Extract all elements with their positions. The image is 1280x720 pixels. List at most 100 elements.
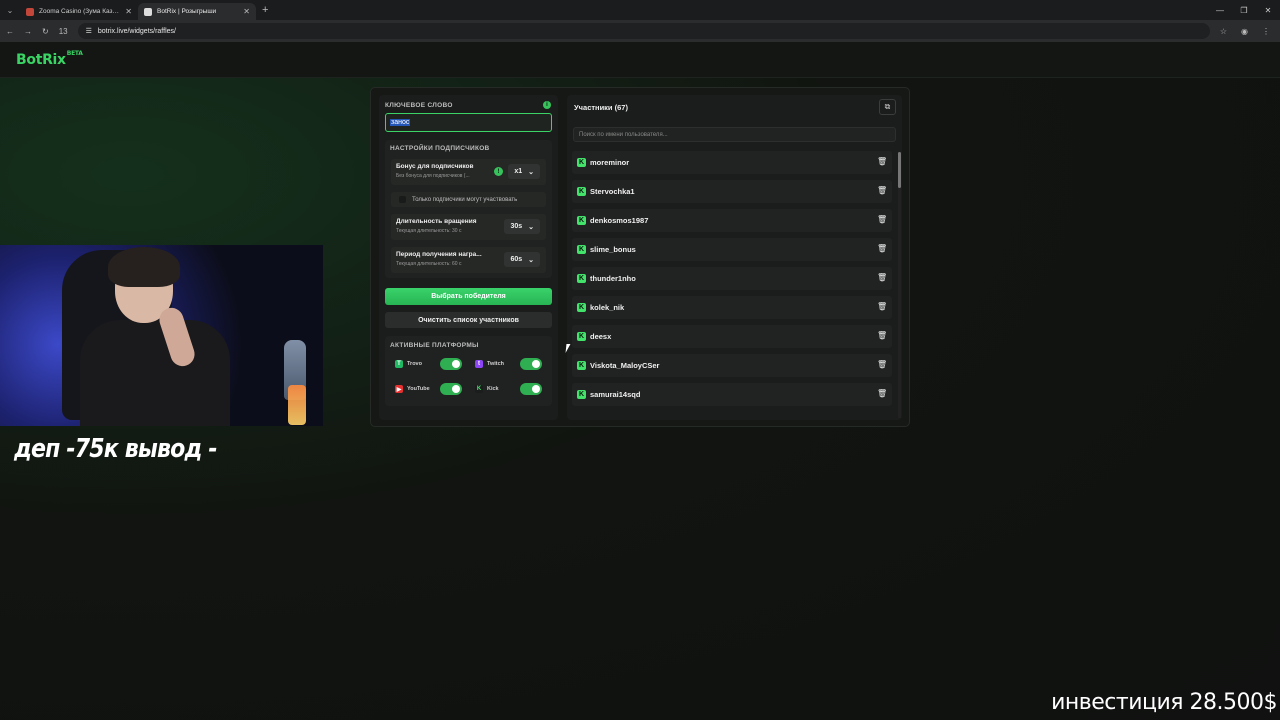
streamer-hair xyxy=(108,247,180,287)
platform-trovo: T Trovo xyxy=(395,360,422,368)
spin-duration-label: Длительность вращения xyxy=(396,218,477,225)
trash-icon[interactable]: 🗑 xyxy=(877,273,887,283)
new-tab-icon[interactable]: + xyxy=(262,4,268,16)
site-header xyxy=(0,42,1280,78)
platform-label: YouTube xyxy=(407,386,430,392)
bonus-value: x1 xyxy=(514,168,523,175)
info-icon[interactable]: i xyxy=(543,101,551,109)
trash-icon[interactable]: 🗑 xyxy=(877,244,887,254)
bonus-label: Бонус для подписчиков xyxy=(396,163,474,170)
address-bar[interactable]: ☰ botrix.live/widgets/raffles/ xyxy=(77,23,1210,39)
reward-period-row: Период получения награ... Текущая длител… xyxy=(391,247,546,273)
platform-label: Kick xyxy=(487,386,499,392)
twitch-icon: t xyxy=(475,360,483,368)
participant-row: K Viskota_MaloyCSer 🗑 xyxy=(572,354,892,377)
subscribers-only-checkbox[interactable] xyxy=(399,196,406,203)
chevron-down-icon: ⌄ xyxy=(528,168,534,176)
participant-name: samurai14sqd xyxy=(590,390,641,399)
twitch-toggle[interactable] xyxy=(520,358,542,370)
forward-icon[interactable]: → xyxy=(24,27,32,36)
window-close-icon[interactable]: ✕ xyxy=(1256,0,1280,20)
bookmark-star-icon[interactable]: ☆ xyxy=(1220,27,1227,36)
participant-name: Stervochka1 xyxy=(590,187,635,196)
botrix-logo[interactable]: BotRixBETA xyxy=(16,50,83,68)
trash-icon[interactable]: 🗑 xyxy=(877,389,887,399)
site-info-icon[interactable]: ☰ xyxy=(86,27,92,35)
minimize-icon[interactable]: — xyxy=(1208,0,1232,20)
copy-icon[interactable]: ⧉ xyxy=(879,99,896,115)
trovo-toggle[interactable] xyxy=(440,358,462,370)
trash-icon[interactable]: 🗑 xyxy=(877,331,887,341)
kick-icon: K xyxy=(577,390,586,399)
tab-title: BotRix | Розыгрыши xyxy=(157,8,217,15)
keyword-label: КЛЮЧЕВОЕ СЛОВО xyxy=(385,102,453,109)
trash-icon[interactable]: 🗑 xyxy=(877,302,887,312)
participant-name: kolek_nik xyxy=(590,303,625,312)
trash-icon[interactable]: 🗑 xyxy=(877,186,887,196)
url-text: botrix.live/widgets/raffles/ xyxy=(97,27,176,35)
participant-row: Kthunder1nho 🗑 xyxy=(572,267,892,290)
reward-period-select[interactable]: 60s ⌄ xyxy=(504,252,540,267)
menu-icon[interactable]: ⋮ xyxy=(1262,27,1270,36)
kick-icon: K xyxy=(475,385,483,393)
participant-search-input[interactable]: Поиск по имени пользователя... xyxy=(573,127,896,142)
logo-text: BotRix xyxy=(16,52,66,68)
zooma-favicon-icon xyxy=(26,7,34,16)
participants-title: Участники (67) xyxy=(574,103,628,112)
tab-search-icon[interactable]: ⌄ xyxy=(0,0,20,20)
participant-row: Kdeesx 🗑 xyxy=(572,325,892,348)
close-icon[interactable]: ✕ xyxy=(243,7,250,16)
stream-overlay-deposit-text: деп -75к вывод - xyxy=(14,434,218,464)
browser-toolbar: ← → ↻ 13 ☰ botrix.live/widgets/raffles/ … xyxy=(0,20,1280,42)
platform-youtube: ▶ YouTube xyxy=(395,385,430,393)
kick-toggle[interactable] xyxy=(520,383,542,395)
participant-row: K Stervochka1 🗑 xyxy=(572,180,892,203)
extension-badge[interactable]: 13 xyxy=(59,27,68,36)
tab-botrix[interactable]: BotRix | Розыгрыши ✕ xyxy=(138,3,256,20)
trash-icon[interactable]: 🗑 xyxy=(877,360,887,370)
profile-icon[interactable]: ◉ xyxy=(1241,27,1248,36)
youtube-icon: ▶ xyxy=(395,385,403,393)
participant-name: denkosmos1987 xyxy=(590,216,649,225)
participant-row: Kkolek_nik 🗑 xyxy=(572,296,892,319)
platform-label: Twitch xyxy=(487,361,505,367)
pick-winner-button[interactable]: Выбрать победителя xyxy=(385,288,552,305)
participant-name: thunder1nho xyxy=(590,274,636,283)
kick-icon: K xyxy=(577,187,586,196)
kick-icon: K xyxy=(577,274,586,283)
streamer-body xyxy=(80,320,230,426)
tab-zooma[interactable]: Zooma Casino (Зума Казино) · ✕ xyxy=(20,3,138,20)
restore-icon[interactable]: ❐ xyxy=(1232,0,1256,20)
scrollbar-track[interactable] xyxy=(898,152,901,418)
chevron-down-icon: ⌄ xyxy=(528,223,534,231)
scrollbar-thumb[interactable] xyxy=(898,152,901,188)
platform-kick: K Kick xyxy=(475,385,499,393)
bonus-sub: Без бонуса для подписчиков (... xyxy=(396,173,470,179)
kick-icon: K xyxy=(577,303,586,312)
participant-row: Kmoreminor 🗑 xyxy=(572,151,892,174)
back-icon[interactable]: ← xyxy=(6,27,14,36)
youtube-toggle[interactable] xyxy=(440,383,462,395)
participant-name: moreminor xyxy=(590,158,630,167)
bonus-select[interactable]: x1 ⌄ xyxy=(508,164,540,179)
participant-name: deesx xyxy=(590,332,612,341)
subscribers-only-row[interactable]: Только подписчики могут участвовать xyxy=(391,192,546,207)
chevron-down-icon: ⌄ xyxy=(528,256,534,264)
browser-tab-bar: ⌄ Zooma Casino (Зума Казино) · ✕ BotRix … xyxy=(0,0,1280,20)
close-icon[interactable]: ✕ xyxy=(125,7,132,16)
kick-icon: K xyxy=(577,245,586,254)
info-icon[interactable]: ! xyxy=(494,167,503,176)
platforms-title: АКТИВНЫЕ ПЛАТФОРМЫ xyxy=(390,342,479,349)
trash-icon[interactable]: 🗑 xyxy=(877,157,887,167)
reward-period-label: Период получения награ... xyxy=(396,251,482,258)
trash-icon[interactable]: 🗑 xyxy=(877,215,887,225)
subscribers-only-label: Только подписчики могут участвовать xyxy=(412,196,518,203)
webcam-feed xyxy=(0,245,323,426)
spin-value: 30s xyxy=(510,223,523,230)
spin-duration-select[interactable]: 30s ⌄ xyxy=(504,219,540,234)
clear-participants-button[interactable]: Очистить список участников xyxy=(385,312,552,328)
botrix-favicon-icon xyxy=(144,7,152,16)
reload-icon[interactable]: ↻ xyxy=(42,27,49,36)
stream-overlay-investment-text: инвестиция 28.500$ xyxy=(1051,690,1277,715)
keyword-input[interactable]: занос xyxy=(385,113,552,132)
